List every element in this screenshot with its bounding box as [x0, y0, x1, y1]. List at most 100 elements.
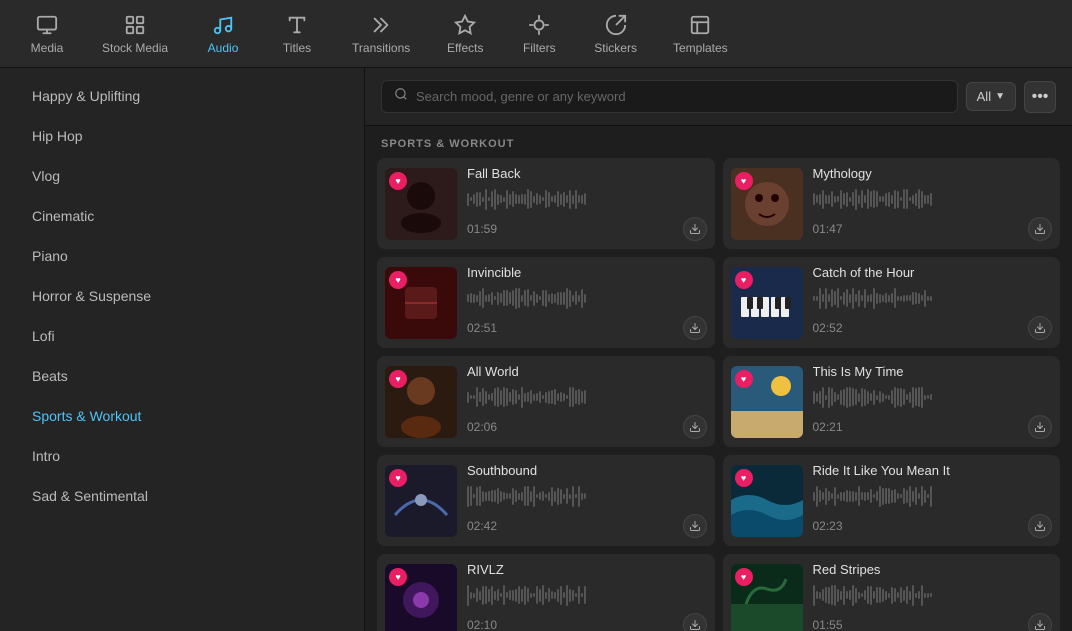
- track-info: Red Stripes 01:55: [813, 562, 1053, 631]
- content-area: All ▼ ••• SPORTS & WORKOUT ♥ Fall Back 0…: [365, 68, 1072, 631]
- track-duration: 02:06: [467, 420, 497, 434]
- track-card-all-world[interactable]: ♥ All World 02:06: [377, 356, 715, 447]
- sidebar-item-cinematic[interactable]: Cinematic: [8, 196, 356, 236]
- waveform: [813, 187, 1053, 211]
- track-card-fall-back[interactable]: ♥ Fall Back 01:59: [377, 158, 715, 249]
- sidebar-item-hip-hop[interactable]: Hip Hop: [8, 116, 356, 156]
- waveform: [467, 583, 707, 607]
- download-button[interactable]: [1028, 316, 1052, 340]
- track-card-invincible[interactable]: ♥ Invincible 02:51: [377, 257, 715, 348]
- chevron-down-icon: ▼: [995, 91, 1005, 102]
- sidebar-item-vlog[interactable]: Vlog: [8, 156, 356, 196]
- track-card-southbound[interactable]: ♥ Southbound 02:42: [377, 455, 715, 546]
- nav-transitions[interactable]: Transitions: [336, 5, 426, 63]
- track-thumbnail: ♥: [385, 465, 457, 537]
- track-thumbnail: ♥: [385, 168, 457, 240]
- track-footer: 01:59: [467, 217, 707, 241]
- download-button[interactable]: [683, 415, 707, 439]
- track-duration: 01:47: [813, 222, 843, 236]
- nav-effects[interactable]: Effects: [430, 5, 500, 63]
- track-card-this-is-my-time[interactable]: ♥ This Is My Time 02:21: [723, 356, 1061, 447]
- track-duration: 02:52: [813, 321, 843, 335]
- track-info: All World 02:06: [467, 364, 707, 439]
- download-button[interactable]: [1028, 613, 1052, 631]
- heart-badge: ♥: [735, 370, 753, 388]
- waveform: [813, 385, 1053, 409]
- heart-badge: ♥: [389, 172, 407, 190]
- sidebar-item-lofi[interactable]: Lofi: [8, 316, 356, 356]
- main-layout: Happy & Uplifting Hip Hop Vlog Cinematic…: [0, 68, 1072, 631]
- track-title: Fall Back: [467, 166, 707, 181]
- waveform: [813, 583, 1053, 607]
- download-button[interactable]: [683, 217, 707, 241]
- sidebar-item-intro[interactable]: Intro: [8, 436, 356, 476]
- track-duration: 01:59: [467, 222, 497, 236]
- track-title: Invincible: [467, 265, 707, 280]
- track-title: Red Stripes: [813, 562, 1053, 577]
- download-button[interactable]: [1028, 514, 1052, 538]
- search-input[interactable]: [416, 89, 945, 104]
- track-title: All World: [467, 364, 707, 379]
- search-icon: [394, 87, 408, 106]
- sidebar-item-sports-workout[interactable]: Sports & Workout: [8, 396, 356, 436]
- waveform: [813, 286, 1053, 310]
- titles-icon: [285, 13, 309, 37]
- search-filter-dropdown[interactable]: All ▼: [966, 82, 1016, 111]
- track-duration: 02:21: [813, 420, 843, 434]
- heart-badge: ♥: [735, 568, 753, 586]
- sidebar-item-horror-suspense[interactable]: Horror & Suspense: [8, 276, 356, 316]
- nav-stickers[interactable]: Stickers: [578, 5, 653, 63]
- track-info: Ride It Like You Mean It 02:23: [813, 463, 1053, 538]
- track-card-rivlz[interactable]: ♥ RIVLZ 02:10: [377, 554, 715, 631]
- track-footer: 02:51: [467, 316, 707, 340]
- track-card-mythology[interactable]: ♥ Mythology 01:47: [723, 158, 1061, 249]
- track-info: This Is My Time 02:21: [813, 364, 1053, 439]
- track-thumbnail: ♥: [731, 564, 803, 631]
- stickers-icon: [604, 13, 628, 37]
- sidebar-item-sad-sentimental[interactable]: Sad & Sentimental: [8, 476, 356, 516]
- track-thumbnail: ♥: [731, 168, 803, 240]
- heart-badge: ♥: [735, 469, 753, 487]
- track-footer: 02:21: [813, 415, 1053, 439]
- track-title: Catch of the Hour: [813, 265, 1053, 280]
- track-title: RIVLZ: [467, 562, 707, 577]
- track-footer: 01:55: [813, 613, 1053, 631]
- sidebar: Happy & Uplifting Hip Hop Vlog Cinematic…: [0, 68, 365, 631]
- more-options-button[interactable]: •••: [1024, 81, 1056, 113]
- download-button[interactable]: [1028, 415, 1052, 439]
- track-info: RIVLZ 02:10: [467, 562, 707, 631]
- nav-titles[interactable]: Titles: [262, 5, 332, 63]
- download-button[interactable]: [683, 613, 707, 631]
- track-info: Fall Back 01:59: [467, 166, 707, 241]
- track-duration: 02:10: [467, 618, 497, 631]
- tracks-container: ♥ Fall Back 01:59 ♥ Mythology 01:47: [365, 158, 1072, 631]
- track-card-ride-it-like-you-mean-it[interactable]: ♥ Ride It Like You Mean It 02:23: [723, 455, 1061, 546]
- track-card-red-stripes[interactable]: ♥ Red Stripes 01:55: [723, 554, 1061, 631]
- sidebar-item-beats[interactable]: Beats: [8, 356, 356, 396]
- nav-stock-media[interactable]: Stock Media: [86, 5, 184, 63]
- download-button[interactable]: [683, 316, 707, 340]
- download-button[interactable]: [1028, 217, 1052, 241]
- track-info: Southbound 02:42: [467, 463, 707, 538]
- filters-icon: [527, 13, 551, 37]
- audio-icon: [211, 13, 235, 37]
- nav-audio[interactable]: Audio: [188, 5, 258, 63]
- sidebar-item-piano[interactable]: Piano: [8, 236, 356, 276]
- track-info: Invincible 02:51: [467, 265, 707, 340]
- heart-badge: ♥: [389, 568, 407, 586]
- tracks-grid: ♥ Fall Back 01:59 ♥ Mythology 01:47: [377, 158, 1060, 631]
- track-thumbnail: ♥: [731, 465, 803, 537]
- track-footer: 02:42: [467, 514, 707, 538]
- nav-templates[interactable]: Templates: [657, 5, 744, 63]
- download-button[interactable]: [683, 514, 707, 538]
- track-title: Mythology: [813, 166, 1053, 181]
- transitions-icon: [369, 13, 393, 37]
- heart-badge: ♥: [389, 370, 407, 388]
- track-card-catch-of-the-hour[interactable]: ♥ Catch of the Hour 02:52: [723, 257, 1061, 348]
- heart-badge: ♥: [389, 271, 407, 289]
- nav-media[interactable]: Media: [12, 5, 82, 63]
- track-thumbnail: ♥: [385, 267, 457, 339]
- search-input-wrapper[interactable]: [381, 80, 958, 113]
- nav-filters[interactable]: Filters: [504, 5, 574, 63]
- sidebar-item-happy-uplifting[interactable]: Happy & Uplifting: [8, 76, 356, 116]
